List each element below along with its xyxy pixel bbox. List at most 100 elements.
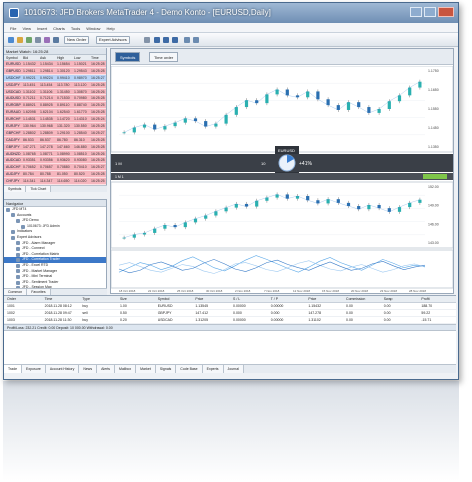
market-watch-row[interactable]: CADJPY 86.533 86.537 86.780 86.310 16:25:28 [4, 136, 106, 144]
candle-body [224, 114, 228, 124]
menu-window[interactable]: Window [86, 26, 100, 31]
menu-charts[interactable]: Charts [53, 26, 65, 31]
mw-col-symbol[interactable]: Symbol [4, 55, 21, 60]
maximize-button[interactable] [424, 7, 436, 17]
terminal-col[interactable]: Price [192, 296, 230, 302]
crosshair-icon[interactable] [144, 37, 150, 43]
terminal-col[interactable]: Profit [418, 296, 456, 302]
candlestick-icon[interactable] [163, 37, 169, 43]
terminal-col[interactable]: Price [305, 296, 343, 302]
mw-col-time[interactable]: Time [89, 55, 106, 60]
market-watch-row[interactable]: GBPJPY 147.271 147.278 147.660 146.880 16:25:… [4, 143, 106, 151]
tab-news[interactable]: News [79, 365, 98, 373]
mw-ask: 114.347 [40, 179, 53, 184]
order-row[interactable]: 1001 2018.11.28 08:12 buy 1.00 EURUSD 1.13545… [4, 303, 456, 310]
terminal-col[interactable]: Symbol [155, 296, 193, 302]
tab-symbols[interactable]: Symbols [4, 186, 27, 192]
mw-ask: 1.62104 [40, 110, 53, 115]
buy-indicator[interactable] [423, 174, 447, 179]
navigator-icon[interactable] [44, 37, 50, 43]
menu-insert[interactable]: Insert [37, 26, 47, 31]
market-watch-row[interactable]: CHFJPY 114.341 114.347 114.650 114.020 16:25:… [4, 178, 106, 186]
mw-col-ask[interactable]: Ask [38, 55, 55, 60]
tab-exposure[interactable]: Exposure [22, 365, 46, 373]
terminal-col[interactable]: Size [117, 296, 155, 302]
mw-ask: 0.71214 [40, 96, 53, 101]
tab-account-history[interactable]: Account History [45, 365, 80, 373]
terminal-col[interactable]: Order [4, 296, 42, 302]
minimize-button[interactable] [410, 7, 422, 17]
navigator-panel: Navigator JFD MT4 Accounts JFD Demo 1010673… [4, 199, 107, 324]
tab-signals[interactable]: Signals [155, 365, 177, 373]
tab-symbols[interactable]: Symbols [115, 52, 141, 62]
terminal-col[interactable]: Commission [343, 296, 381, 302]
tab-trade[interactable]: Trade [4, 365, 23, 373]
market-watch-row[interactable]: AUDNZD 1.08765 1.08771 1.08990 1.08510 16:25:… [4, 150, 106, 158]
window-reflection [3, 381, 459, 481]
zoom-in-icon[interactable] [184, 37, 190, 43]
mw-low: 146.880 [74, 144, 87, 149]
navigator-folder-icon [16, 263, 20, 268]
mw-col-bid[interactable]: Bid [21, 55, 38, 60]
mw-low: 1.15021 [74, 62, 87, 66]
open-icon[interactable] [17, 37, 23, 43]
tab-code-base[interactable]: Code Base [176, 365, 203, 373]
line-chart-icon[interactable] [172, 37, 178, 43]
market-watch-row[interactable]: USDJPY 113.451 113.454 113.780 113.120 16:25:… [4, 81, 106, 89]
tab-experts[interactable]: Experts [202, 365, 224, 373]
new-chart-icon[interactable] [8, 37, 14, 43]
market-watch-icon[interactable] [35, 37, 41, 43]
menu-help[interactable]: Help [106, 26, 114, 31]
mt4-window: 1010673: JFD Brokers MetaTrader 4 - Demo… [3, 2, 459, 380]
market-watch-row[interactable]: EURAUD 1.62098 1.62104 1.62540 1.61770 16:25:… [4, 109, 106, 117]
market-watch-row[interactable]: AUDCHF 0.70652 0.70657 0.70880 0.70410 16:25:… [4, 164, 106, 172]
mw-col-low[interactable]: Low [72, 55, 89, 60]
expert-advisors-button[interactable]: Expert Advisors [96, 36, 130, 44]
mw-symbol: EURCHF [6, 117, 21, 122]
tab-time-order[interactable]: Time order [149, 52, 179, 62]
order-row[interactable]: 1002 2018.11.28 09:47 sell 0.50 GBPJPY 147.41… [4, 310, 456, 317]
navigator-folder-icon [16, 274, 20, 279]
bar-chart-icon[interactable] [154, 37, 160, 43]
terminal-col[interactable]: Time [42, 296, 80, 302]
new-order-button[interactable]: New Order [64, 36, 90, 44]
mw-bid: 1.31102 [23, 89, 36, 94]
order-row[interactable]: 1003 2018.11.28 11:30 buy 0.20 USDCAD 1.31205… [4, 317, 456, 324]
market-watch-row[interactable]: GBPCHF 1.28802 1.28809 1.29100 1.28540 16:25:… [4, 129, 106, 137]
tab-market[interactable]: Market [136, 365, 156, 373]
mw-col-high[interactable]: High [55, 55, 72, 60]
time-axis-label: 2 Nov 2018 [235, 289, 251, 293]
market-watch-row[interactable]: USDCAD 1.31102 1.31106 1.31450 1.30870 16:25:… [4, 88, 106, 96]
market-watch-row[interactable]: AUDUSD 0.71211 0.71214 0.71530 0.70980 16:25:… [4, 95, 106, 103]
order-cell: 59.22 [421, 311, 431, 315]
order-cell: 1002 [7, 311, 15, 315]
order-cell: 1.13545 [195, 304, 209, 308]
correlation-charts[interactable]: 1.1750 1.1650 1.1550 1.1450 1.1350 1 M 10 EURUS… [111, 66, 453, 294]
terminal-col[interactable]: T / P [268, 296, 306, 302]
menu-tools[interactable]: Tools [71, 26, 80, 31]
terminal-col[interactable]: Swap [381, 296, 419, 302]
market-watch-row[interactable]: EURGBP 0.88921 0.88925 0.89110 0.88740 16:25:… [4, 102, 106, 110]
terminal-col[interactable]: S / L [230, 296, 268, 302]
chart-panel[interactable] [111, 181, 453, 249]
profiles-icon[interactable] [26, 37, 32, 43]
tab-tick-chart[interactable]: Tick Chart [26, 186, 52, 192]
terminal-col[interactable]: Type [79, 296, 117, 302]
close-button[interactable] [438, 7, 454, 17]
market-watch-row[interactable]: AUDJPY 80.784 80.788 81.050 80.520 16:25:28 [4, 171, 106, 179]
market-watch-row[interactable]: AUDCAD 0.93351 0.93356 0.93620 0.93080 16:25:… [4, 157, 106, 165]
tab-journal[interactable]: Journal [223, 365, 244, 373]
mw-symbol: AUDNZD [6, 151, 21, 156]
market-watch-row[interactable]: GBPUSD 1.29811 1.29814 1.30120 1.29543 16:25:… [4, 67, 106, 75]
menu-file[interactable]: File [10, 26, 16, 31]
terminal-icon[interactable] [53, 37, 59, 43]
zoom-out-icon[interactable] [193, 37, 199, 43]
tab-mailbox[interactable]: Mailbox [115, 365, 137, 373]
market-watch-row[interactable]: EURUSD 1.15432 1.15434 1.15654 1.15021 16:25:… [4, 61, 106, 68]
market-watch-row[interactable]: EURJPY 130.964 130.968 131.320 130.550 16:25:… [4, 123, 106, 130]
menu-view[interactable]: View [22, 26, 31, 31]
market-watch-row[interactable]: EURCHF 1.14531 1.14535 1.14720 1.14310 16:25:… [4, 116, 106, 124]
market-watch-row[interactable]: USDCHF 0.99221 0.99224 0.99410 0.98970 16:25:… [4, 74, 106, 82]
chart-panel[interactable] [111, 66, 453, 153]
tab-alerts[interactable]: Alerts [97, 365, 116, 373]
